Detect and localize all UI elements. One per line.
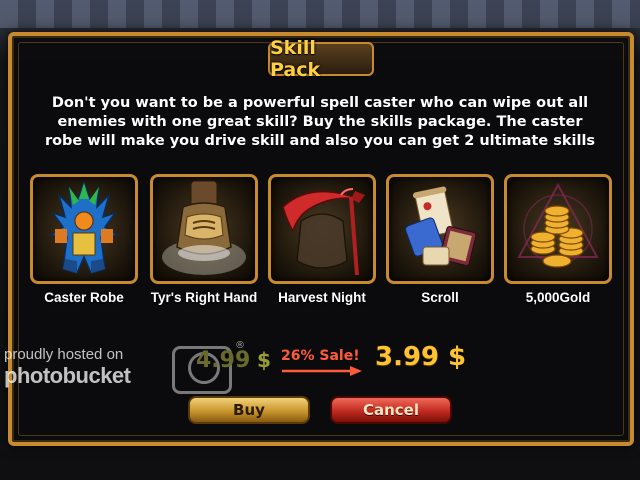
new-price-currency: $ xyxy=(448,342,467,372)
item-frame xyxy=(386,174,494,284)
pack-item-gold[interactable]: 5,000Gold xyxy=(504,174,612,309)
pack-items: Caster Robe Tyr's Right Hand Harvest Nig… xyxy=(26,174,616,314)
gauntlet-icon xyxy=(162,180,246,275)
dialog-title-tab: Skill Pack xyxy=(268,37,374,81)
pack-item-harvest-night[interactable]: Harvest Night xyxy=(268,174,376,309)
scythe-icon xyxy=(282,188,365,276)
old-price-currency: $ xyxy=(257,348,271,372)
caster-robe-icon xyxy=(48,180,120,274)
scroll-icon xyxy=(405,186,477,266)
old-price: 4.99 xyxy=(196,348,251,373)
watermark-line1: proudly hosted on xyxy=(4,346,124,363)
item-label: Caster Robe xyxy=(44,290,124,305)
buy-button[interactable]: Buy xyxy=(188,396,310,424)
item-frame xyxy=(268,174,376,284)
item-label: Scroll xyxy=(421,290,459,305)
watermark-line2: photobucket xyxy=(4,363,131,388)
item-label: Harvest Night xyxy=(278,290,366,305)
dialog-description: Don't you want to be a powerful spell ca… xyxy=(44,95,596,149)
sale-label: 26% Sale! xyxy=(281,348,360,364)
background-top-bar xyxy=(0,0,640,28)
photobucket-watermark: proudly hosted on photobucket xyxy=(4,346,131,389)
item-label: 5,000Gold xyxy=(525,290,591,305)
dialog-title: Skill Pack xyxy=(270,37,321,81)
pack-item-caster-robe[interactable]: Caster Robe xyxy=(30,174,138,309)
background-bottom-bar xyxy=(0,450,640,480)
item-frame xyxy=(30,174,138,284)
item-frame xyxy=(504,174,612,284)
item-frame xyxy=(150,174,258,284)
item-label: Tyr's Right Hand xyxy=(150,290,258,305)
cancel-button[interactable]: Cancel xyxy=(330,396,452,424)
gold-coins-icon xyxy=(517,182,599,268)
new-price: 3.99 xyxy=(375,342,440,372)
sale-arrow-icon xyxy=(282,366,362,376)
pack-item-scroll[interactable]: Scroll xyxy=(386,174,494,309)
pack-item-tyrs-right-hand[interactable]: Tyr's Right Hand xyxy=(150,174,258,309)
